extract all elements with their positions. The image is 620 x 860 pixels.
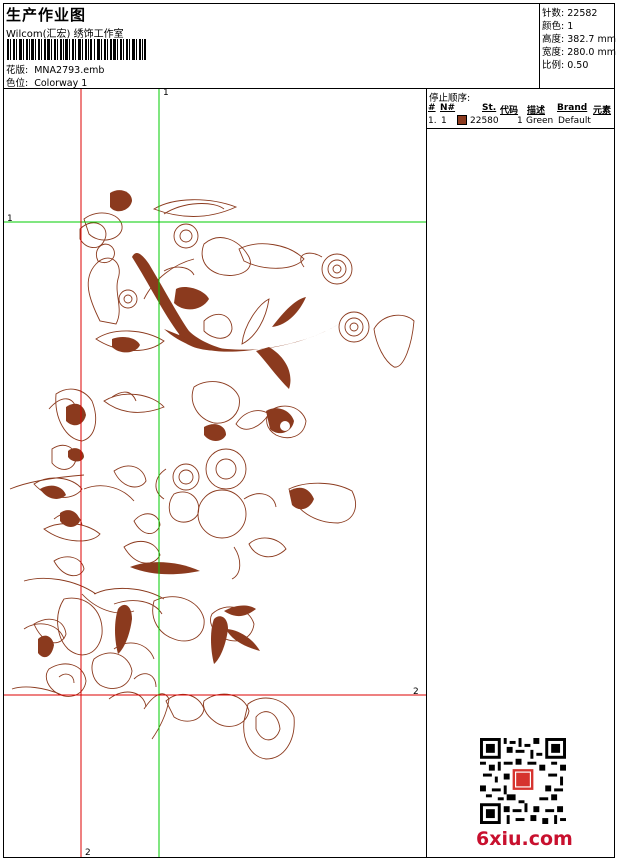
col-header-element: 元素 [593, 106, 612, 116]
stat-stitches: 针数: 22582 [542, 8, 598, 19]
col-header-brand: Brand [557, 103, 588, 113]
row-stitches: 22580 [470, 116, 499, 126]
guide-label-red-vertical: 2 [85, 848, 91, 858]
embroidery-preview [4, 89, 426, 857]
barcode [7, 39, 146, 60]
stat-colors: 颜色: 1 [542, 21, 574, 32]
guide-label-red-horizontal: 2 [413, 687, 419, 697]
stat-height: 高度: 382.7 mm [542, 34, 616, 45]
row-brand: Default [558, 116, 591, 126]
col-header-stitches: St. [482, 103, 497, 113]
table-divider [427, 128, 615, 129]
stat-scale: 比例: 0.50 [542, 60, 589, 71]
row-index: 1. [428, 116, 437, 126]
row-description: Green [526, 116, 554, 126]
guide-label-green-horizontal: 1 [7, 214, 13, 224]
fill-stitches [38, 190, 344, 664]
colorway-line: 色位: Colorway 1 [6, 75, 87, 89]
stats-panel: 针数: 22582 颜色: 1 高度: 382.7 mm 宽度: 280.0 m… [539, 3, 616, 88]
studio-name: Wilcom(汇宏) 绣饰工作室 [6, 29, 124, 40]
stop-sequence-label: 停止顺序: [429, 93, 471, 104]
col-header-needle: N# [440, 103, 456, 113]
outline-stitches [9, 199, 415, 760]
guide-label-green-vertical: 1 [163, 88, 169, 98]
col-header-description: 描述 [527, 106, 546, 116]
watermark-logo: 6xiu.com [476, 828, 573, 850]
header-panel: 生产作业图 Wilcom(汇宏) 绣饰工作室 花版: MNA2793.emb 色… [4, 4, 539, 89]
col-header-index: # [428, 103, 436, 113]
design-canvas [4, 89, 426, 857]
page-title: 生产作业图 [6, 6, 87, 24]
row-code: 1 [517, 116, 523, 126]
stat-width: 宽度: 280.0 mm [542, 47, 616, 58]
design-line: 花版: MNA2793.emb [6, 62, 104, 76]
qr-code [480, 738, 566, 824]
row-needle: 1 [441, 116, 447, 126]
thread-color-swatch [457, 115, 467, 125]
col-header-code: 代码 [500, 106, 519, 116]
